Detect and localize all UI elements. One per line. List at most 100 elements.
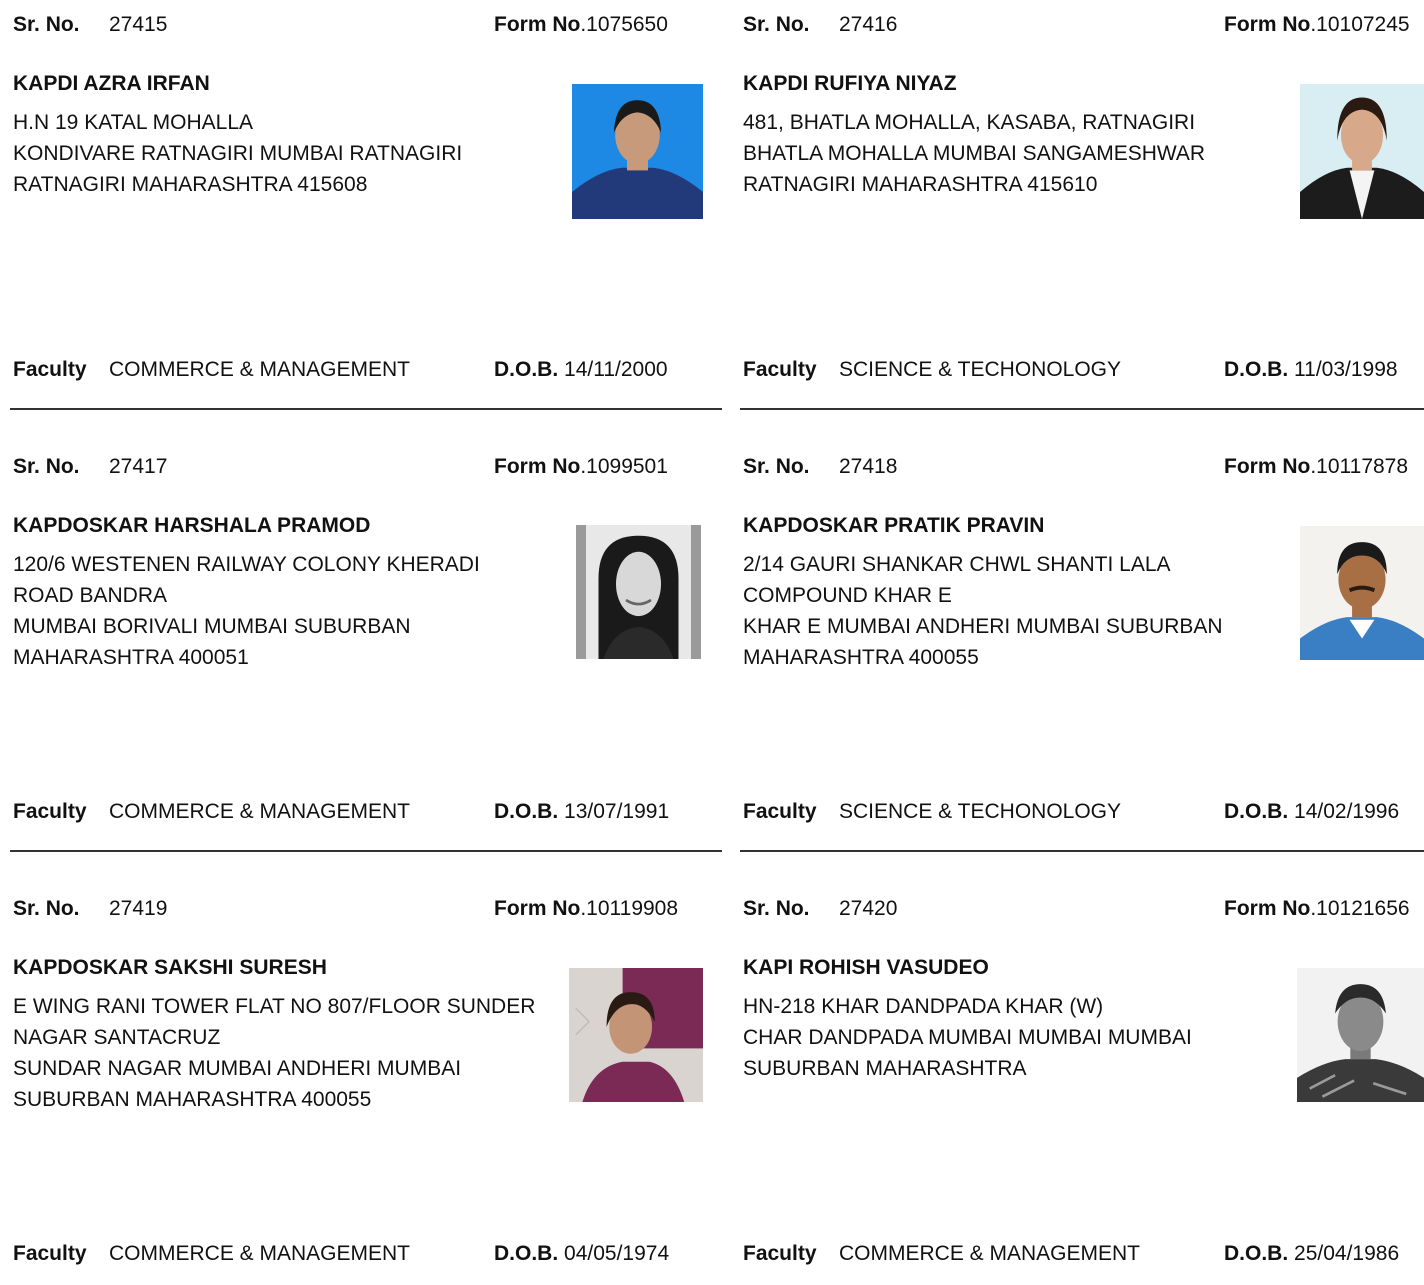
address-line: MAHARASHTRA 400055 xyxy=(743,646,979,669)
dob-value: 13/07/1991 xyxy=(564,800,670,823)
address-line: SUNDAR NAGAR MUMBAI ANDHERI MUMBAI xyxy=(13,1057,462,1080)
address: HN-218 KHAR DANDPADA KHAR (W) CHAR DANDP… xyxy=(743,991,1288,1084)
faculty-value: COMMERCE & MANAGEMENT xyxy=(109,358,411,381)
form-no-label: Form No xyxy=(1224,455,1311,478)
form-no-value: .10117878 xyxy=(1310,455,1409,478)
sr-no-value: 27418 xyxy=(839,455,898,478)
address-line: SUBURBAN MAHARASHTRA 400055 xyxy=(13,1088,372,1111)
faculty-value: COMMERCE & MANAGEMENT xyxy=(109,1242,411,1265)
form-no-label: Form No xyxy=(494,897,581,920)
student-name: KAPDOSKAR PRATIK PRAVIN xyxy=(743,514,1045,537)
sr-no-label: Sr. No. xyxy=(13,13,80,36)
dob-label: D.O.B. xyxy=(1224,358,1289,381)
dob-label: D.O.B. xyxy=(1224,1242,1289,1265)
dob-value: 11/03/1998 xyxy=(1294,358,1398,381)
address-line: COMPOUND KHAR E xyxy=(743,584,952,607)
dob-value: 04/05/1974 xyxy=(564,1242,670,1265)
student-name: KAPDOSKAR HARSHALA PRAMOD xyxy=(13,514,371,537)
address: 481, BHATLA MOHALLA, KASABA, RATNAGIRI B… xyxy=(743,107,1288,200)
faculty-value: COMMERCE & MANAGEMENT xyxy=(839,1242,1141,1265)
student-photo xyxy=(576,525,701,659)
dob-value: 25/04/1986 xyxy=(1294,1242,1400,1265)
divider xyxy=(740,408,1424,410)
dob-label: D.O.B. xyxy=(494,358,559,381)
faculty-label: Faculty xyxy=(13,358,87,381)
faculty-value: SCIENCE & TECHONOLOGY xyxy=(839,358,1122,381)
student-name: KAPDI AZRA IRFAN xyxy=(13,72,210,95)
student-photo xyxy=(1300,84,1424,219)
student-name: KAPDOSKAR SAKSHI SURESH xyxy=(13,956,327,979)
dob: D.O.B. 25/04/1986 xyxy=(1224,1242,1399,1266)
sr-no-value: 27416 xyxy=(839,13,898,36)
address-line: BHATLA MOHALLA MUMBAI SANGAMESHWAR xyxy=(743,142,1206,165)
form-no: Form No.10117878 xyxy=(1224,455,1408,479)
address-line: H.N 19 KATAL MOHALLA xyxy=(13,111,254,134)
address-line: MUMBAI BORIVALI MUMBAI SUBURBAN xyxy=(13,615,411,638)
address-line: RATNAGIRI MAHARASHTRA 415608 xyxy=(13,173,368,196)
address-line: KHAR E MUMBAI ANDHERI MUMBAI SUBURBAN xyxy=(743,615,1223,638)
sr-no-value: 27419 xyxy=(109,897,168,920)
student-photo xyxy=(569,968,703,1102)
dob: D.O.B. 04/05/1974 xyxy=(494,1242,669,1266)
sr-no-value: 27417 xyxy=(109,455,168,478)
address-line: KONDIVARE RATNAGIRI MUMBAI RATNAGIRI xyxy=(13,142,463,165)
address-line: SUBURBAN MAHARASHTRA xyxy=(743,1057,1027,1080)
form-no: Form No.1075650 xyxy=(494,13,668,37)
form-no-label: Form No xyxy=(1224,897,1311,920)
student-photo xyxy=(1300,526,1424,660)
address: 2/14 GAURI SHANKAR CHWL SHANTI LALA COMP… xyxy=(743,549,1288,673)
address: 120/6 WESTENEN RAILWAY COLONY KHERADI RO… xyxy=(13,549,558,673)
student-name: KAPI ROHISH VASUDEO xyxy=(743,956,989,979)
form-no-value: .10119908 xyxy=(580,897,679,920)
dob: D.O.B. 13/07/1991 xyxy=(494,800,669,824)
faculty-value: SCIENCE & TECHONOLOGY xyxy=(839,800,1122,823)
form-no: Form No.1099501 xyxy=(494,455,668,479)
address-line: MAHARASHTRA 400051 xyxy=(13,646,249,669)
student-photo xyxy=(1297,968,1424,1102)
faculty-label: Faculty xyxy=(743,800,817,823)
dob: D.O.B. 11/03/1998 xyxy=(1224,358,1398,382)
faculty-label: Faculty xyxy=(13,800,87,823)
form-no-value: .10107245 xyxy=(1310,13,1410,36)
sr-no-label: Sr. No. xyxy=(13,455,80,478)
address-line: 2/14 GAURI SHANKAR CHWL SHANTI LALA xyxy=(743,553,1171,576)
sr-no-label: Sr. No. xyxy=(13,897,80,920)
form-no: Form No.10119908 xyxy=(494,897,678,921)
divider xyxy=(10,408,722,410)
dob-label: D.O.B. xyxy=(494,1242,559,1265)
dob: D.O.B. 14/02/1996 xyxy=(1224,800,1399,824)
form-no-value: .10121656 xyxy=(1310,897,1410,920)
form-no-label: Form No xyxy=(494,13,581,36)
sr-no-value: 27415 xyxy=(109,13,168,36)
faculty-label: Faculty xyxy=(743,358,817,381)
form-no-label: Form No xyxy=(494,455,581,478)
divider xyxy=(10,850,722,852)
dob-value: 14/11/2000 xyxy=(564,358,668,381)
sr-no-label: Sr. No. xyxy=(743,897,810,920)
form-no-value: .1099501 xyxy=(580,455,668,478)
dob-label: D.O.B. xyxy=(1224,800,1289,823)
address-line: 120/6 WESTENEN RAILWAY COLONY KHERADI xyxy=(13,553,480,576)
sr-no-label: Sr. No. xyxy=(743,13,810,36)
student-photo xyxy=(572,84,703,219)
divider xyxy=(740,850,1424,852)
student-name: KAPDI RUFIYA NIYAZ xyxy=(743,72,957,95)
faculty-value: COMMERCE & MANAGEMENT xyxy=(109,800,411,823)
address-line: NAGAR SANTACRUZ xyxy=(13,1026,221,1049)
address: H.N 19 KATAL MOHALLA KONDIVARE RATNAGIRI… xyxy=(13,107,558,200)
faculty-label: Faculty xyxy=(13,1242,87,1265)
address-line: HN-218 KHAR DANDPADA KHAR (W) xyxy=(743,995,1104,1018)
address-line: ROAD BANDRA xyxy=(13,584,168,607)
dob: D.O.B. 14/11/2000 xyxy=(494,358,668,382)
sr-no-value: 27420 xyxy=(839,897,898,920)
form-no: Form No.10107245 xyxy=(1224,13,1410,37)
address-line: E WING RANI TOWER FLAT NO 807/FLOOR SUND… xyxy=(13,995,536,1018)
faculty-label: Faculty xyxy=(743,1242,817,1265)
address: E WING RANI TOWER FLAT NO 807/FLOOR SUND… xyxy=(13,991,558,1115)
form-no-label: Form No xyxy=(1224,13,1311,36)
address-line: CHAR DANDPADA MUMBAI MUMBAI MUMBAI xyxy=(743,1026,1192,1049)
address-line: 481, BHATLA MOHALLA, KASABA, RATNAGIRI xyxy=(743,111,1196,134)
dob-value: 14/02/1996 xyxy=(1294,800,1400,823)
form-no: Form No.10121656 xyxy=(1224,897,1410,921)
sr-no-label: Sr. No. xyxy=(743,455,810,478)
